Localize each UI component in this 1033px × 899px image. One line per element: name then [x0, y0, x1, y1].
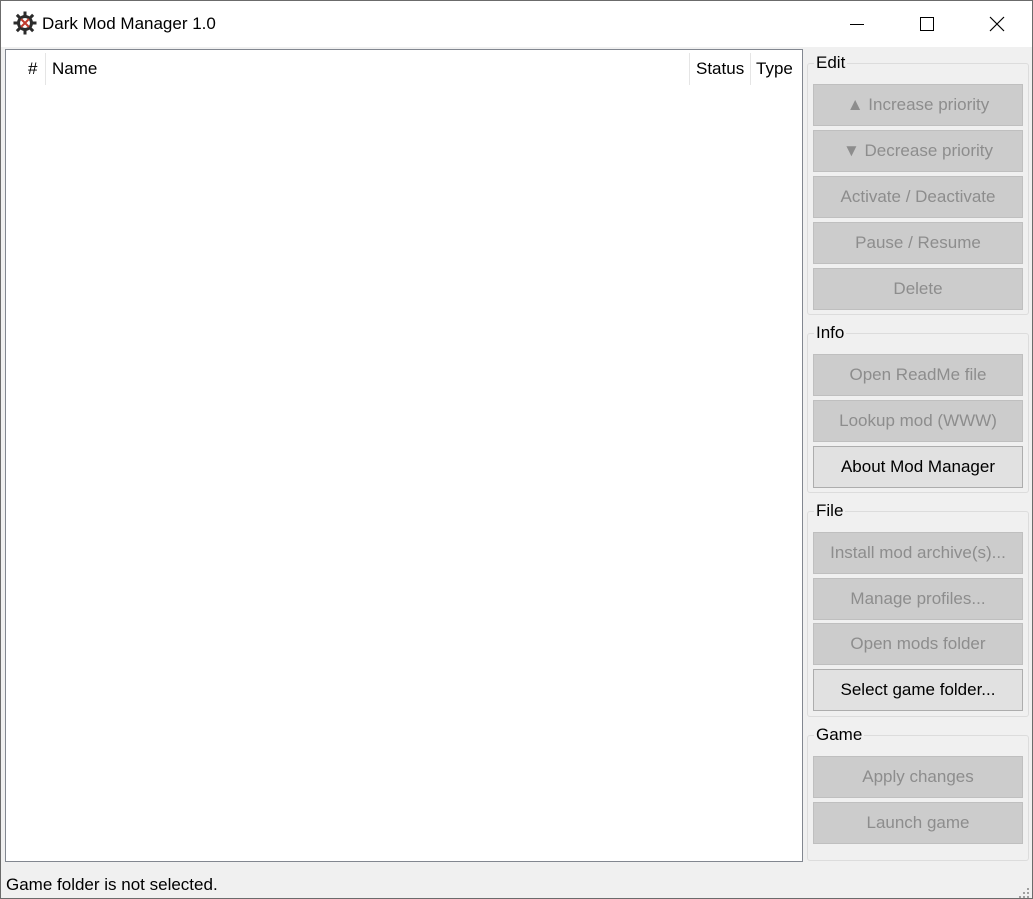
status-bar: Game folder is not selected. — [1, 867, 1032, 898]
select-game-folder-button[interactable]: Select game folder... — [813, 669, 1023, 711]
minimize-button[interactable] — [822, 1, 892, 47]
column-header-name[interactable]: Name — [52, 50, 97, 88]
increase-priority-button[interactable]: ▲ Increase priority — [813, 84, 1023, 126]
app-window: Dark Mod Manager 1.0 # Name Status Type — [0, 0, 1033, 899]
column-separator[interactable] — [45, 53, 46, 85]
maximize-button[interactable] — [892, 1, 962, 47]
pause-resume-button[interactable]: Pause / Resume — [813, 222, 1023, 264]
edit-group-title: Edit — [814, 53, 848, 73]
game-group-title: Game — [814, 725, 865, 745]
delete-button[interactable]: Delete — [813, 268, 1023, 310]
lookup-mod-button[interactable]: Lookup mod (WWW) — [813, 400, 1023, 442]
file-group-title: File — [814, 501, 846, 521]
activate-deactivate-button[interactable]: Activate / Deactivate — [813, 176, 1023, 218]
column-header-type[interactable]: Type — [756, 50, 793, 88]
title-bar[interactable]: Dark Mod Manager 1.0 — [1, 1, 1032, 47]
gear-icon — [13, 11, 37, 35]
minimize-icon — [849, 16, 865, 32]
open-mods-folder-button[interactable]: Open mods folder — [813, 623, 1023, 665]
mod-list[interactable]: # Name Status Type — [5, 49, 803, 862]
maximize-icon — [919, 16, 935, 32]
column-header-status[interactable]: Status — [696, 50, 744, 88]
column-separator[interactable] — [689, 53, 690, 85]
open-readme-button[interactable]: Open ReadMe file — [813, 354, 1023, 396]
window-title: Dark Mod Manager 1.0 — [42, 14, 216, 33]
install-mod-button[interactable]: Install mod archive(s)... — [813, 532, 1023, 574]
resize-grip-icon[interactable] — [1018, 884, 1030, 898]
about-button[interactable]: About Mod Manager — [813, 446, 1023, 488]
column-header-number[interactable]: # — [28, 50, 37, 88]
decrease-priority-button[interactable]: ▼ Decrease priority — [813, 130, 1023, 172]
close-button[interactable] — [962, 1, 1032, 47]
column-separator[interactable] — [750, 53, 751, 85]
launch-game-button[interactable]: Launch game — [813, 802, 1023, 844]
info-group-title: Info — [814, 323, 847, 343]
status-text: Game folder is not selected. — [6, 875, 218, 894]
close-icon — [989, 16, 1005, 32]
manage-profiles-button[interactable]: Manage profiles... — [813, 578, 1023, 620]
mod-list-header: # Name Status Type — [6, 50, 802, 88]
apply-changes-button[interactable]: Apply changes — [813, 756, 1023, 798]
